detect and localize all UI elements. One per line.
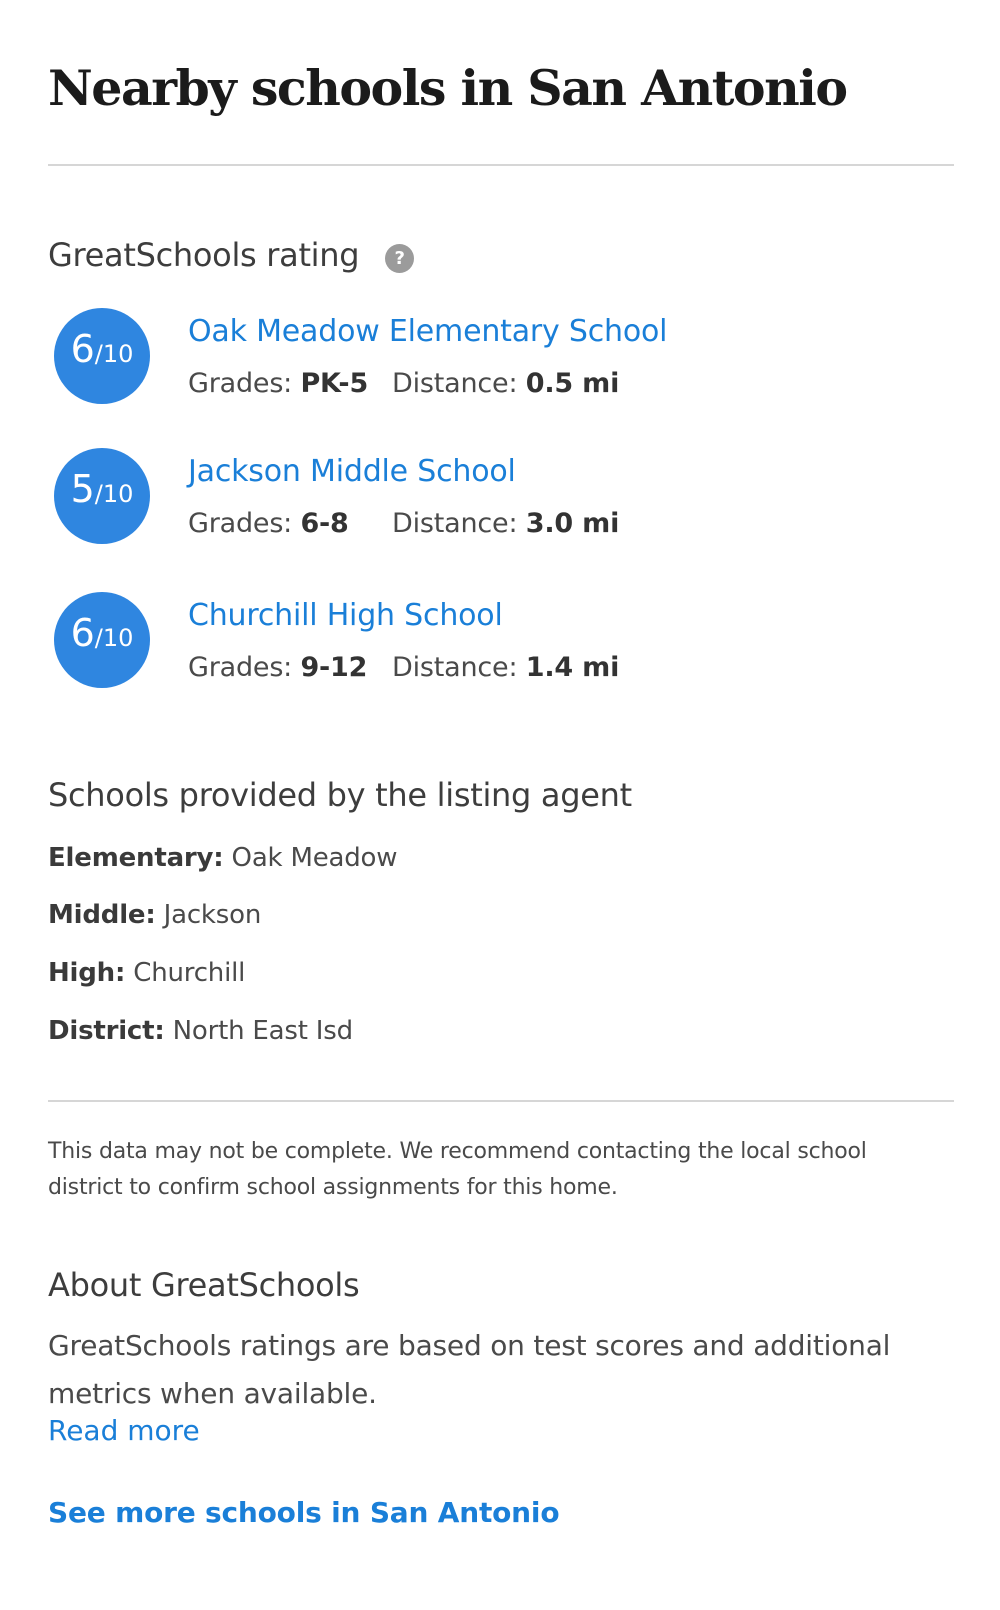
top-divider — [48, 164, 954, 166]
greatschools-rating-label: GreatSchools rating — [48, 236, 360, 274]
rating-score: 5 — [70, 467, 95, 511]
distance-label: Distance: — [392, 508, 526, 539]
about-greatschools-title: About GreatSchools — [48, 1266, 360, 1304]
question-mark-icon[interactable]: ? — [385, 243, 415, 273]
school-grades: Grades: PK-5 — [188, 368, 392, 399]
agent-school-district: District: North East Isd — [48, 1016, 353, 1046]
agent-school-middle: Middle: Jackson — [48, 900, 261, 930]
school-distance: Distance: 1.4 mi — [392, 652, 619, 683]
greatschools-rating-header: GreatSchools rating ? — [48, 236, 415, 274]
school-meta: Grades: 9-12 Distance: 1.4 mi — [188, 652, 619, 683]
school-item: 6/10 Oak Meadow Elementary School Grades… — [54, 308, 934, 408]
school-name-link[interactable]: Jackson Middle School — [188, 454, 516, 489]
school-item: 5/10 Jackson Middle School Grades: 6-8 Di… — [54, 448, 934, 548]
rating-out-of: /10 — [94, 480, 134, 508]
school-name-link[interactable]: Churchill High School — [188, 598, 503, 633]
rating-badge: 5/10 — [54, 448, 150, 544]
school-meta: Grades: 6-8 Distance: 3.0 mi — [188, 508, 619, 539]
grades-label: Grades: — [188, 652, 301, 683]
school-distance: Distance: 0.5 mi — [392, 368, 619, 399]
agent-school-elementary: Elementary: Oak Meadow — [48, 843, 398, 873]
read-more-link[interactable]: Read more — [48, 1414, 200, 1447]
grades-value: PK-5 — [300, 368, 369, 399]
school-grades: Grades: 9-12 — [188, 652, 392, 683]
distance-label: Distance: — [392, 368, 526, 399]
school-item: 6/10 Churchill High School Grades: 9-12 D… — [54, 592, 934, 692]
agent-school-value: North East Isd — [164, 1016, 353, 1046]
agent-school-value: Churchill — [125, 958, 246, 988]
distance-value: 0.5 mi — [525, 368, 620, 399]
school-grades: Grades: 6-8 — [188, 508, 392, 539]
agent-school-value: Jackson — [155, 900, 262, 930]
rating-badge: 6/10 — [54, 308, 150, 404]
grades-value: 6-8 — [300, 508, 349, 539]
agent-school-value: Oak Meadow — [223, 843, 398, 873]
rating-score: 6 — [70, 611, 95, 655]
agent-school-label: Middle: — [48, 900, 156, 930]
about-greatschools-body: GreatSchools ratings are based on test s… — [48, 1329, 891, 1410]
grades-label: Grades: — [188, 508, 301, 539]
rating-out-of: /10 — [94, 340, 134, 368]
distance-label: Distance: — [392, 652, 526, 683]
rating-score: 6 — [70, 327, 95, 371]
school-meta: Grades: PK-5 Distance: 0.5 mi — [188, 368, 619, 399]
agent-school-label: District: — [48, 1016, 165, 1046]
agent-school-high: High: Churchill — [48, 958, 245, 988]
agent-school-label: Elementary: — [48, 843, 224, 873]
bottom-divider — [48, 1100, 954, 1102]
distance-value: 1.4 mi — [525, 652, 620, 683]
school-name-link[interactable]: Oak Meadow Elementary School — [188, 314, 668, 349]
agent-schools-title: Schools provided by the listing agent — [48, 776, 632, 814]
page-title: Nearby schools in San Antonio — [48, 59, 848, 117]
data-disclaimer: This data may not be complete. We recomm… — [48, 1139, 867, 1200]
rating-out-of: /10 — [94, 624, 134, 652]
grades-value: 9-12 — [300, 652, 368, 683]
school-distance: Distance: 3.0 mi — [392, 508, 619, 539]
rating-badge: 6/10 — [54, 592, 150, 688]
grades-label: Grades: — [188, 368, 301, 399]
see-more-schools-link[interactable]: See more schools in San Antonio — [48, 1496, 560, 1529]
distance-value: 3.0 mi — [525, 508, 620, 539]
agent-school-label: High: — [48, 958, 126, 988]
